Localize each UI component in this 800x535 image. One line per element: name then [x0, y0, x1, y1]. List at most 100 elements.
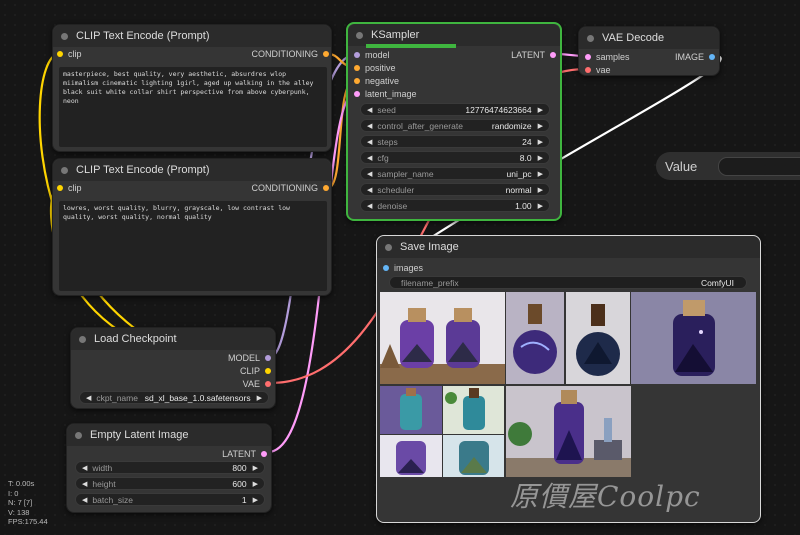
- decrement-arrow-icon[interactable]: ◀: [86, 394, 91, 402]
- vae-output-port[interactable]: VAE: [243, 379, 271, 389]
- empty-image-slot: [631, 386, 756, 477]
- decrement-arrow-icon[interactable]: ◀: [367, 154, 372, 162]
- increment-arrow-icon[interactable]: ▶: [538, 122, 543, 130]
- decrement-arrow-icon[interactable]: ◀: [367, 170, 372, 178]
- collapse-dot-icon[interactable]: [356, 31, 363, 39]
- empty-latent-image-node[interactable]: Empty Latent Image LATENT ◀ width 800 ▶ …: [66, 423, 272, 513]
- increment-arrow-icon[interactable]: ▶: [538, 106, 543, 114]
- collapse-dot-icon[interactable]: [385, 243, 392, 251]
- decrement-arrow-icon[interactable]: ◀: [367, 122, 372, 130]
- height-widget[interactable]: ◀ height 600 ▶: [75, 477, 265, 490]
- decrement-arrow-icon[interactable]: ◀: [367, 186, 372, 194]
- images-input-port[interactable]: images: [383, 263, 423, 273]
- latent-image-input-port[interactable]: latent_image: [354, 89, 417, 99]
- sampler-name-widget[interactable]: ◀ sampler_name uni_pc ▶: [360, 167, 550, 180]
- load-checkpoint-node[interactable]: Load Checkpoint MODEL CLIP VAE ◀ ckpt_na…: [70, 327, 276, 409]
- increment-arrow-icon[interactable]: ▶: [253, 464, 258, 472]
- increment-arrow-icon[interactable]: ▶: [538, 138, 543, 146]
- node-title: CLIP Text Encode (Prompt): [76, 30, 210, 42]
- node-title-bar[interactable]: CLIP Text Encode (Prompt): [53, 25, 331, 47]
- stat-i: I: 0: [8, 488, 19, 498]
- value-label: Value: [665, 158, 698, 174]
- clip-output-port[interactable]: CLIP: [240, 366, 271, 376]
- clip-text-encode-negative-node[interactable]: CLIP Text Encode (Prompt) clip CONDITION…: [52, 158, 332, 296]
- width-widget[interactable]: ◀ width 800 ▶: [75, 461, 265, 474]
- vae-input-port[interactable]: vae: [585, 65, 611, 75]
- output-image-7[interactable]: [380, 435, 442, 477]
- batch-size-widget[interactable]: ◀ batch_size 1 ▶: [75, 493, 265, 506]
- node-title-bar[interactable]: VAE Decode: [579, 27, 719, 49]
- node-title: VAE Decode: [602, 32, 665, 44]
- node-title: Empty Latent Image: [90, 429, 189, 441]
- conditioning-output-port[interactable]: CONDITIONING: [252, 183, 329, 193]
- increment-arrow-icon[interactable]: ▶: [257, 394, 262, 402]
- decrement-arrow-icon[interactable]: ◀: [82, 480, 87, 488]
- node-title: KSampler: [371, 29, 420, 41]
- watermark-logo: 原價屋Coolpc: [510, 480, 701, 513]
- positive-input-port[interactable]: positive: [354, 63, 396, 73]
- node-title-bar[interactable]: KSampler: [348, 24, 560, 46]
- conditioning-output-port[interactable]: CONDITIONING: [252, 49, 329, 59]
- increment-arrow-icon[interactable]: ▶: [538, 170, 543, 178]
- increment-arrow-icon[interactable]: ▶: [538, 154, 543, 162]
- prompt-textarea[interactable]: masterpiece, best quality, very aestheti…: [59, 67, 327, 147]
- samples-input-port[interactable]: samples: [585, 52, 630, 62]
- collapse-dot-icon[interactable]: [61, 32, 68, 40]
- output-image-1[interactable]: [380, 292, 505, 384]
- collapse-dot-icon[interactable]: [79, 335, 86, 343]
- ksampler-node[interactable]: KSampler model positive negative latent_…: [346, 22, 562, 221]
- decrement-arrow-icon[interactable]: ◀: [367, 138, 372, 146]
- node-title-bar[interactable]: Empty Latent Image: [67, 424, 271, 446]
- model-input-port[interactable]: model: [354, 50, 390, 60]
- ckpt-name-widget[interactable]: ◀ ckpt_name sd_xl_base_1.0.safetensors ▶: [79, 391, 269, 404]
- model-output-port[interactable]: MODEL: [228, 353, 271, 363]
- control-after-generate-widget[interactable]: ◀ control_after_generate randomize ▶: [360, 119, 550, 132]
- scheduler-widget[interactable]: ◀ scheduler normal ▶: [360, 183, 550, 196]
- node-title-bar[interactable]: CLIP Text Encode (Prompt): [53, 159, 331, 181]
- node-title: CLIP Text Encode (Prompt): [76, 164, 210, 176]
- prompt-textarea[interactable]: lowres, worst quality, blurry, grayscale…: [59, 201, 327, 291]
- value-node[interactable]: Value: [656, 152, 800, 180]
- latent-output-port[interactable]: LATENT: [511, 50, 556, 60]
- node-title-bar[interactable]: Load Checkpoint: [71, 328, 275, 350]
- output-image-6[interactable]: [443, 386, 504, 434]
- latent-output-port[interactable]: LATENT: [222, 449, 267, 459]
- clip-input-port[interactable]: clip: [57, 49, 82, 59]
- collapse-dot-icon[interactable]: [587, 34, 594, 42]
- node-title: Load Checkpoint: [94, 333, 177, 345]
- sampling-progress-bar: [348, 44, 564, 48]
- increment-arrow-icon[interactable]: ▶: [253, 496, 258, 504]
- negative-input-port[interactable]: negative: [354, 76, 399, 86]
- node-title: Save Image: [400, 241, 459, 253]
- cfg-widget[interactable]: ◀ cfg 8.0 ▶: [360, 151, 550, 164]
- output-image-3[interactable]: [566, 292, 630, 384]
- stat-nodes: N: 7 [7]: [8, 498, 33, 507]
- output-image-8[interactable]: [443, 435, 504, 477]
- decrement-arrow-icon[interactable]: ◀: [367, 106, 372, 114]
- render-stats: T: 0.00s I: 0 N: 7 [7] V: 138 FPS:175.44: [8, 479, 48, 527]
- steps-widget[interactable]: ◀ steps 24 ▶: [360, 135, 550, 148]
- output-image-9[interactable]: [506, 386, 631, 477]
- stat-time: T: 0.00s: [8, 479, 35, 488]
- output-image-2[interactable]: [506, 292, 564, 384]
- vae-decode-node[interactable]: VAE Decode samples vae IMAGE: [578, 26, 720, 76]
- decrement-arrow-icon[interactable]: ◀: [82, 464, 87, 472]
- collapse-dot-icon[interactable]: [75, 431, 82, 439]
- filename-prefix-widget[interactable]: filename_prefix ComfyUI: [389, 276, 747, 289]
- increment-arrow-icon[interactable]: ▶: [538, 186, 543, 194]
- output-image-4[interactable]: [631, 292, 756, 384]
- clip-input-port[interactable]: clip: [57, 183, 82, 193]
- collapse-dot-icon[interactable]: [61, 166, 68, 174]
- decrement-arrow-icon[interactable]: ◀: [82, 496, 87, 504]
- denoise-widget[interactable]: ◀ denoise 1.00 ▶: [360, 199, 550, 212]
- clip-text-encode-positive-node[interactable]: CLIP Text Encode (Prompt) clip CONDITION…: [52, 24, 332, 152]
- seed-widget[interactable]: ◀ seed 12776474623664 ▶: [360, 103, 550, 116]
- sampling-progress-fill: [366, 44, 456, 48]
- image-output-port[interactable]: IMAGE: [675, 52, 715, 62]
- increment-arrow-icon[interactable]: ▶: [253, 480, 258, 488]
- decrement-arrow-icon[interactable]: ◀: [367, 202, 372, 210]
- value-input[interactable]: [718, 157, 800, 176]
- node-title-bar[interactable]: Save Image: [377, 236, 760, 258]
- increment-arrow-icon[interactable]: ▶: [538, 202, 543, 210]
- output-image-5[interactable]: [380, 386, 442, 434]
